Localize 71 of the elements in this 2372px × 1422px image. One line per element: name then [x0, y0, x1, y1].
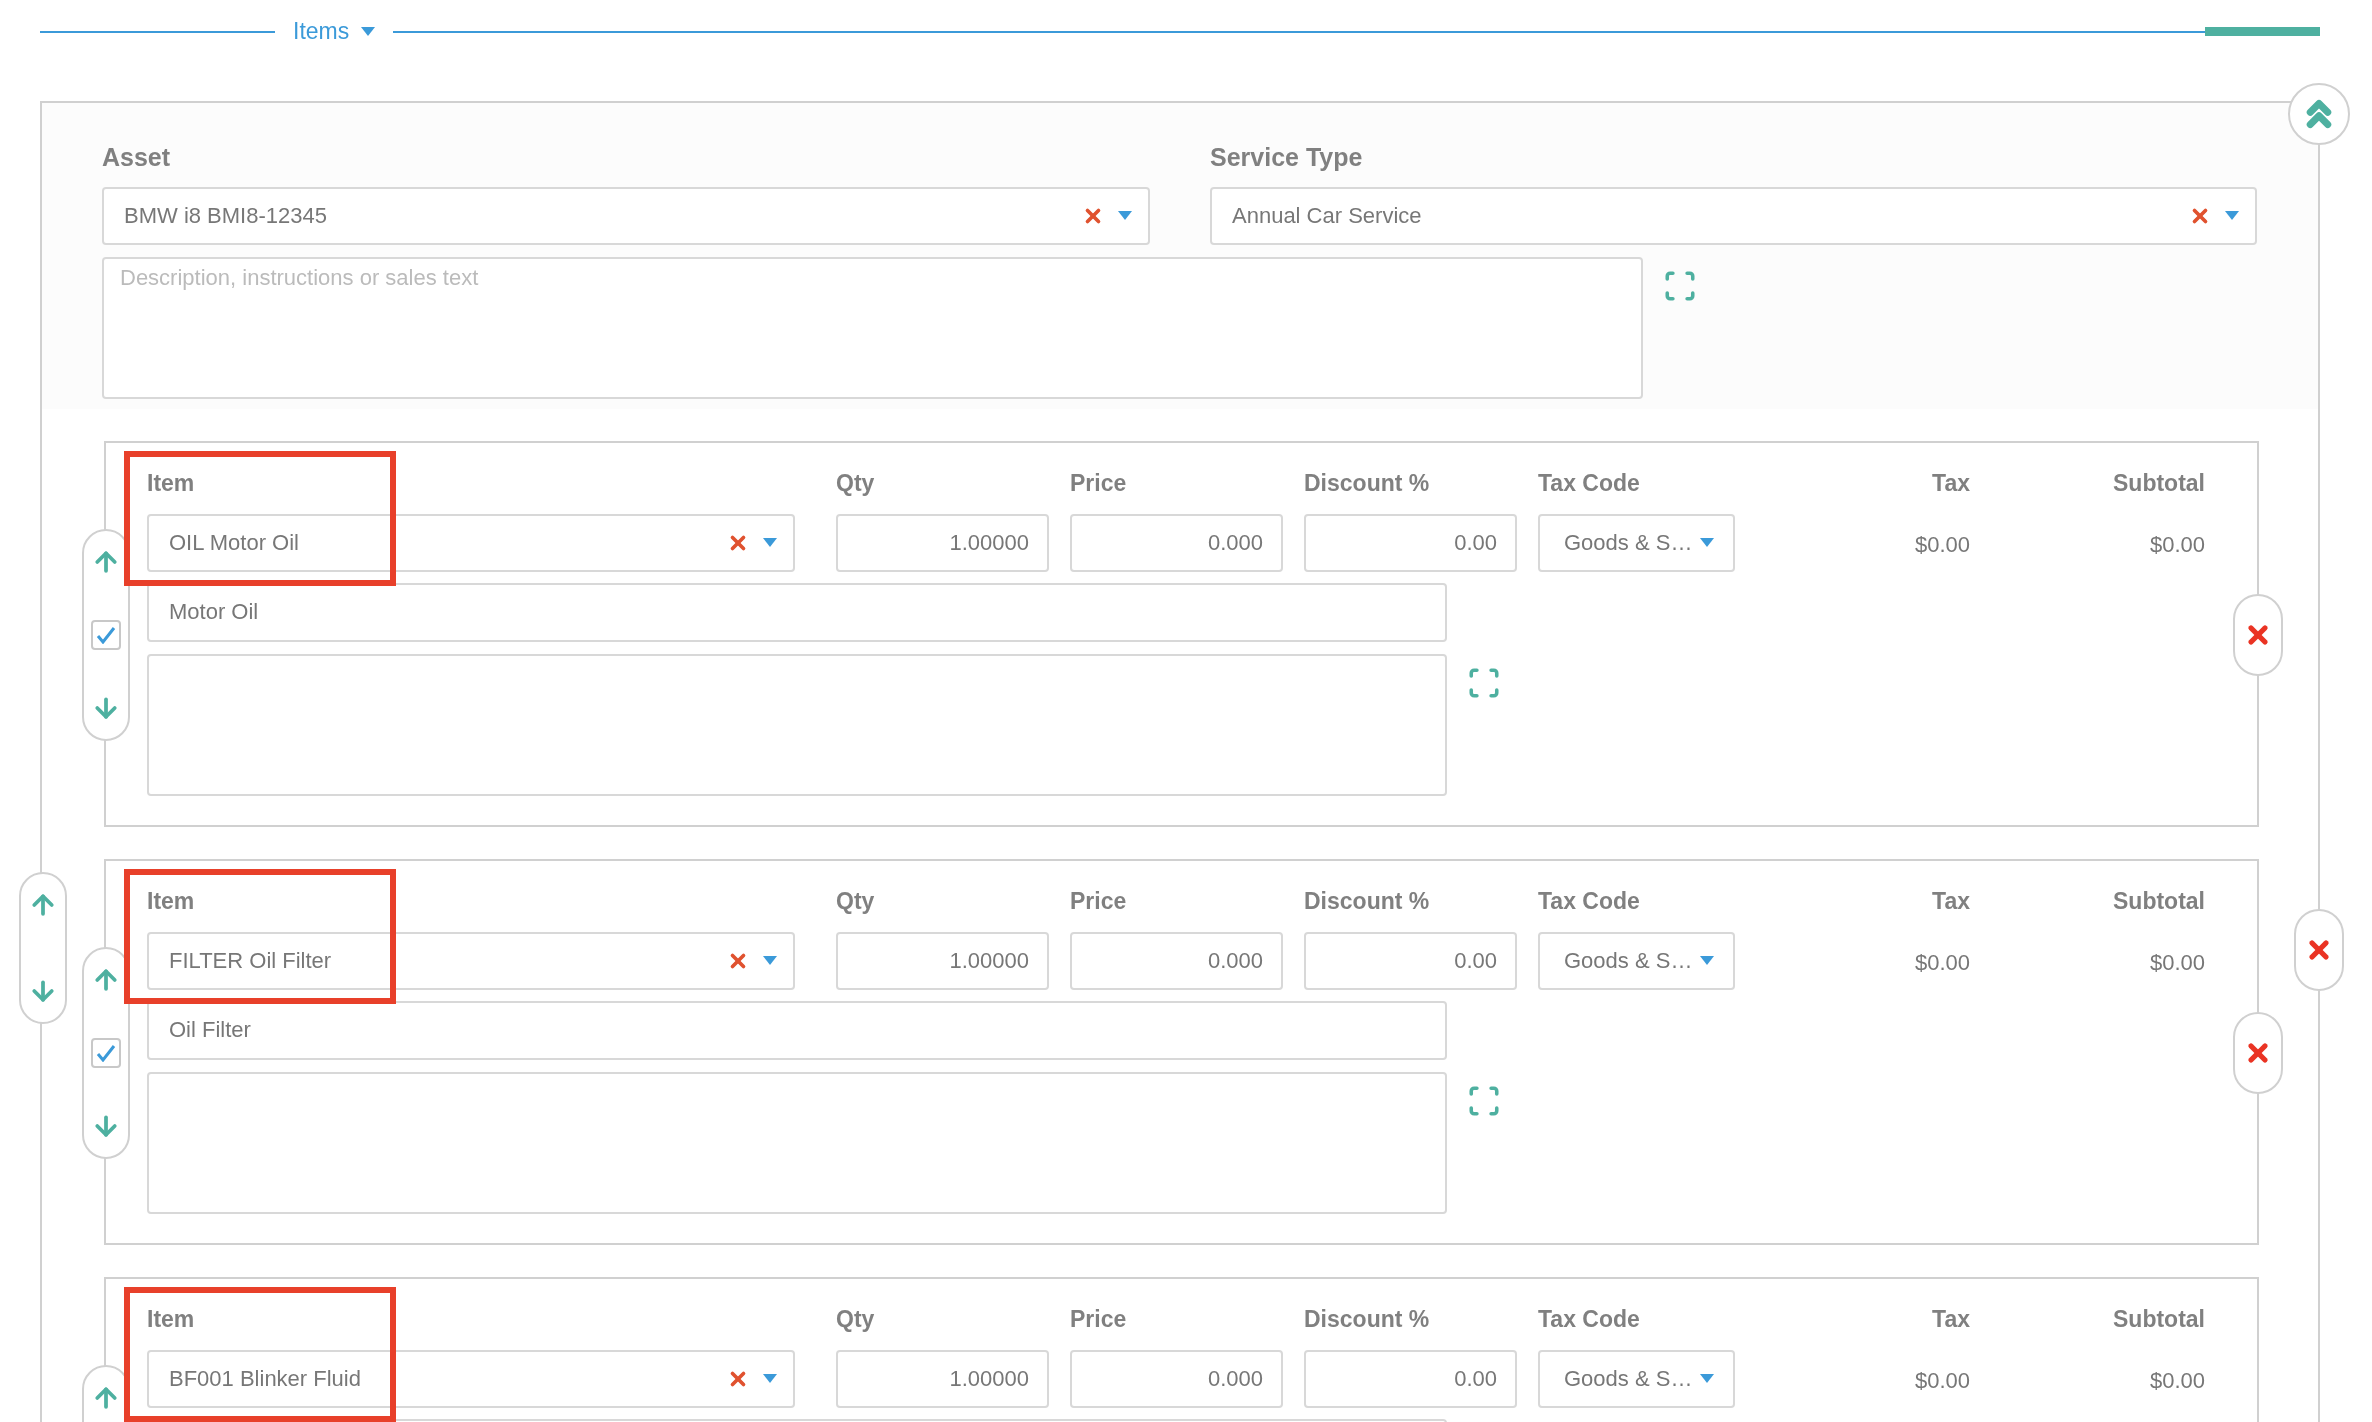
- notes-textarea[interactable]: [147, 653, 1447, 796]
- tax-code-label: Tax Code: [1538, 1306, 1640, 1333]
- service-type-label: Service Type: [1210, 142, 1364, 173]
- item-select[interactable]: FILTER Oil Filter: [147, 931, 795, 990]
- price-label: Price: [1070, 470, 1127, 497]
- discount-field[interactable]: 0.00: [1304, 1349, 1517, 1408]
- description-field[interactable]: Motor Oil: [147, 582, 1447, 642]
- discount-field[interactable]: 0.00: [1304, 513, 1517, 572]
- section-toggle[interactable]: Items: [275, 14, 394, 49]
- tax-code-label: Tax Code: [1538, 470, 1640, 497]
- row-checkbox[interactable]: [91, 1037, 121, 1068]
- description-field[interactable]: Oil Filter: [147, 1000, 1447, 1060]
- caret-icon: [2225, 211, 2239, 220]
- qty-label: Qty: [836, 888, 875, 915]
- price-label: Price: [1070, 888, 1127, 915]
- qty-field[interactable]: 1.00000: [836, 931, 1049, 990]
- tax-code-select[interactable]: Goods & S…: [1538, 931, 1735, 990]
- tax-code-select[interactable]: Goods & S…: [1538, 1349, 1735, 1408]
- check-icon: [96, 625, 116, 644]
- discount-label: Discount %: [1304, 1306, 1430, 1333]
- notes-textarea[interactable]: [147, 1071, 1447, 1214]
- subtotal-amount: $0.00: [2149, 531, 2205, 559]
- discount-label: Discount %: [1304, 888, 1430, 915]
- item-label: Item: [147, 1306, 195, 1333]
- delete-row-button[interactable]: [2233, 593, 2283, 676]
- price-field[interactable]: 0.000: [1070, 513, 1283, 572]
- check-icon: [96, 1043, 116, 1062]
- discount-field[interactable]: 0.00: [1304, 931, 1517, 990]
- caret-icon: [1700, 956, 1715, 965]
- tax-code-select[interactable]: Goods & S…: [1538, 513, 1735, 572]
- tax-amount: $0.00: [1914, 949, 1970, 977]
- row-checkbox[interactable]: [91, 619, 121, 650]
- caret-icon: [1700, 1374, 1715, 1383]
- qty-label: Qty: [836, 1306, 875, 1333]
- price-label: Price: [1070, 1306, 1127, 1333]
- caret-icon: [763, 956, 777, 965]
- subtotal-label: Subtotal: [2113, 1305, 2205, 1335]
- discount-label: Discount %: [1304, 470, 1430, 497]
- asset-label: Asset: [102, 142, 172, 173]
- caret-icon: [763, 1374, 777, 1383]
- subtotal-label: Subtotal: [2113, 887, 2205, 917]
- expand-icon[interactable]: [1663, 268, 1697, 303]
- expand-icon[interactable]: [1467, 1083, 1501, 1118]
- tax-amount: $0.00: [1914, 1367, 1970, 1395]
- price-field[interactable]: 0.000: [1070, 1349, 1283, 1408]
- subtotal-amount: $0.00: [2149, 1367, 2205, 1395]
- asset-select[interactable]: BMW i8 BMI8-12345: [102, 186, 1150, 245]
- item-label: Item: [147, 888, 195, 915]
- tax-label: Tax: [1932, 1305, 1970, 1335]
- subtotal-amount: $0.00: [2149, 949, 2205, 977]
- tax-label: Tax: [1932, 469, 1970, 499]
- caret-icon: [1700, 538, 1715, 547]
- tax-code-label: Tax Code: [1538, 888, 1640, 915]
- expand-icon[interactable]: [1467, 665, 1501, 700]
- qty-field[interactable]: 1.00000: [836, 513, 1049, 572]
- description-textarea[interactable]: Description, instructions or sales text: [102, 256, 1643, 399]
- tax-label: Tax: [1932, 887, 1970, 917]
- subtotal-label: Subtotal: [2113, 469, 2205, 499]
- tax-amount: $0.00: [1914, 531, 1970, 559]
- delete-row-button[interactable]: [2233, 1011, 2283, 1094]
- item-label: Item: [147, 470, 195, 497]
- caret-icon: [1118, 211, 1132, 220]
- qty-label: Qty: [836, 470, 875, 497]
- qty-field[interactable]: 1.00000: [836, 1349, 1049, 1408]
- price-field[interactable]: 0.000: [1070, 931, 1283, 990]
- caret-icon: [763, 538, 777, 547]
- item-select[interactable]: BF001 Blinker Fluid: [147, 1349, 795, 1408]
- delete-group-button[interactable]: [2294, 908, 2344, 991]
- item-select[interactable]: OIL Motor Oil: [147, 513, 795, 572]
- caret-icon: [361, 27, 376, 36]
- service-type-select[interactable]: Annual Car Service: [1210, 186, 2257, 245]
